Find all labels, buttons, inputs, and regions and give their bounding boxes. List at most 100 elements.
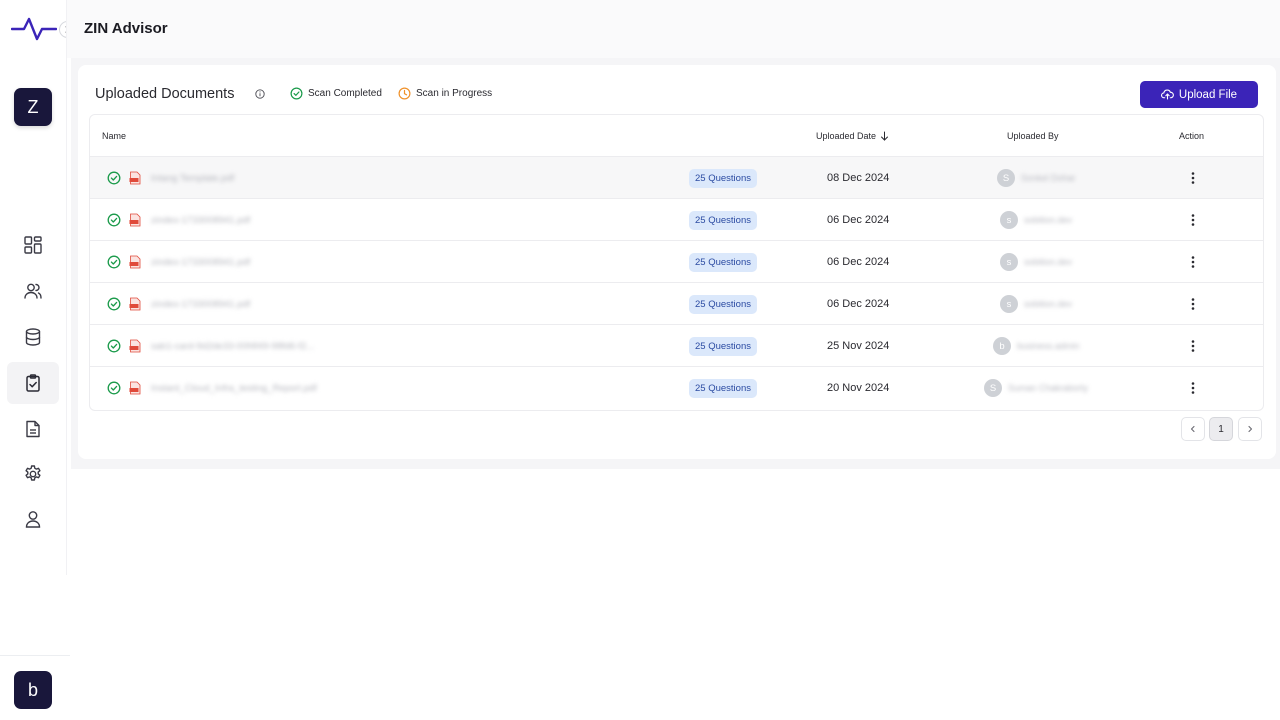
pdf-file-icon — [128, 199, 142, 241]
check-circle-icon — [290, 87, 303, 100]
more-vertical-icon — [1191, 382, 1195, 394]
info-icon[interactable] — [255, 89, 265, 99]
sidebar-divider — [66, 0, 67, 575]
uploader-avatar: s — [1000, 253, 1018, 271]
row-actions-button[interactable] — [1186, 241, 1200, 283]
questions-badge[interactable]: 25 Questions — [689, 367, 757, 409]
legend-in-progress-label: Scan in Progress — [416, 88, 493, 99]
scan-completed-icon — [107, 325, 121, 367]
users-icon — [24, 283, 42, 299]
pagination-next-button[interactable] — [1238, 417, 1262, 441]
questions-count: 25 Questions — [689, 168, 757, 188]
file-text-icon — [26, 420, 40, 438]
questions-count: 25 Questions — [689, 336, 757, 356]
uploaded-date: 06 Dec 2024 — [827, 256, 890, 268]
file-name[interactable]: zindex-1733008941.pdf — [151, 241, 250, 283]
uploader-avatar: s — [1000, 295, 1018, 313]
sidebar-item-settings[interactable] — [7, 453, 59, 495]
file-name[interactable]: zindex-1733008941.pdf — [151, 283, 250, 325]
questions-count: 25 Questions — [689, 294, 757, 314]
row-actions-button[interactable] — [1186, 367, 1200, 409]
uploader-name: business.admin — [1017, 341, 1080, 351]
column-action-header: Action — [1179, 131, 1205, 141]
questions-badge[interactable]: 25 Questions — [689, 283, 757, 325]
uploader-name: Sonkel Dohar — [1021, 173, 1076, 183]
column-date-label: Uploaded Date — [816, 131, 877, 141]
uploaded-by: s sobition.dev — [1000, 283, 1072, 325]
questions-badge[interactable]: 25 Questions — [689, 157, 757, 199]
sidebar-item-profile[interactable] — [7, 498, 59, 540]
uploaded-by: s sobition.dev — [1000, 199, 1072, 241]
table-row[interactable]: Instant_Cloud_Infra_testing_Report.pdf 25… — [90, 367, 1263, 409]
arrow-down-icon — [881, 131, 889, 141]
app-title: ZIN Advisor — [84, 20, 168, 37]
file-name[interactable]: Intang Template.pdf — [151, 157, 234, 199]
pagination-prev-button[interactable] — [1181, 417, 1205, 441]
uploaded-by: S Suman Chakraborty — [984, 367, 1088, 409]
column-date-header[interactable]: Uploaded Date — [816, 131, 889, 141]
uploader-avatar: b — [993, 337, 1011, 355]
uploader-name: sobition.dev — [1024, 257, 1073, 267]
table-row[interactable]: Intang Template.pdf 25 Questions 08 Dec 20… — [90, 157, 1263, 199]
legend-scan-in-progress: Scan in Progress — [398, 87, 492, 100]
row-actions-button[interactable] — [1186, 283, 1200, 325]
sidebar-item-database[interactable] — [7, 316, 59, 358]
uploaded-by: S Sonkel Dohar — [997, 157, 1076, 199]
chevron-left-icon — [1190, 425, 1195, 433]
table-row[interactable]: zindex-1733008941.pdf 25 Questions 06 Dec … — [90, 283, 1263, 325]
table-row[interactable]: zindex-1733008941.pdf 25 Questions 06 Dec … — [90, 241, 1263, 283]
user-icon — [25, 511, 41, 528]
sidebar-item-users[interactable] — [7, 270, 59, 312]
sidebar-item-documents[interactable] — [7, 408, 59, 450]
sidebar-item-assessments[interactable] — [7, 362, 59, 404]
questions-badge[interactable]: 25 Questions — [689, 241, 757, 283]
uploader-name: sobition.dev — [1024, 299, 1073, 309]
table-header: Name Uploaded Date Uploaded By Action — [90, 115, 1263, 157]
cloud-upload-icon — [1160, 89, 1174, 100]
file-name[interactable]: Instant_Cloud_Infra_testing_Report.pdf — [151, 367, 317, 409]
questions-count: 25 Questions — [689, 378, 757, 398]
uploaded-date: 08 Dec 2024 — [827, 172, 890, 184]
row-actions-button[interactable] — [1186, 157, 1200, 199]
table-row[interactable]: sab1-card-9d2de33-00f4f49-98fd6-f2... 25 … — [90, 325, 1263, 367]
file-name[interactable]: sab1-card-9d2de33-00f4f49-98fd6-f2... — [151, 325, 314, 367]
pdf-file-icon — [128, 325, 142, 367]
database-icon — [25, 328, 41, 346]
workspace-avatar[interactable]: Z — [14, 88, 52, 126]
scan-completed-icon — [107, 157, 121, 199]
legend-scan-completed: Scan Completed — [290, 87, 382, 100]
more-vertical-icon — [1191, 172, 1195, 184]
questions-badge[interactable]: 25 Questions — [689, 325, 757, 367]
row-actions-button[interactable] — [1186, 325, 1200, 367]
pdf-file-icon — [128, 283, 142, 325]
scan-completed-icon — [107, 199, 121, 241]
scan-completed-icon — [107, 241, 121, 283]
uploader-avatar: s — [1000, 211, 1018, 229]
uploaded-by: s sobition.dev — [1000, 241, 1072, 283]
pulse-logo-icon — [11, 17, 57, 41]
sidebar-item-dashboard[interactable] — [7, 224, 59, 266]
sidebar-bottom-divider — [0, 655, 70, 656]
chevron-right-icon — [1248, 425, 1253, 433]
questions-badge[interactable]: 25 Questions — [689, 199, 757, 241]
column-name-header[interactable]: Name — [102, 131, 126, 141]
uploaded-date: 06 Dec 2024 — [827, 214, 890, 226]
page-title: Uploaded Documents — [95, 86, 235, 102]
gear-icon — [25, 465, 41, 481]
file-name[interactable]: zindex-1733008941.pdf — [151, 199, 250, 241]
table-row[interactable]: zindex-1733008941.pdf 25 Questions 06 Dec … — [90, 199, 1263, 241]
uploaded-date: 25 Nov 2024 — [827, 340, 890, 352]
pagination-page-button[interactable]: 1 — [1209, 417, 1233, 441]
uploader-name: Suman Chakraborty — [1008, 383, 1089, 393]
uploader-avatar: S — [984, 379, 1002, 397]
scan-completed-icon — [107, 283, 121, 325]
uploaded-date: 20 Nov 2024 — [827, 382, 890, 394]
clock-icon — [398, 87, 411, 100]
more-vertical-icon — [1191, 340, 1195, 352]
row-actions-button[interactable] — [1186, 199, 1200, 241]
sidebar: Z b — [0, 0, 76, 720]
upload-file-button[interactable]: Upload File — [1140, 81, 1258, 108]
questions-count: 25 Questions — [689, 210, 757, 230]
uploaded-date: 06 Dec 2024 — [827, 298, 890, 310]
user-avatar[interactable]: b — [14, 671, 52, 709]
